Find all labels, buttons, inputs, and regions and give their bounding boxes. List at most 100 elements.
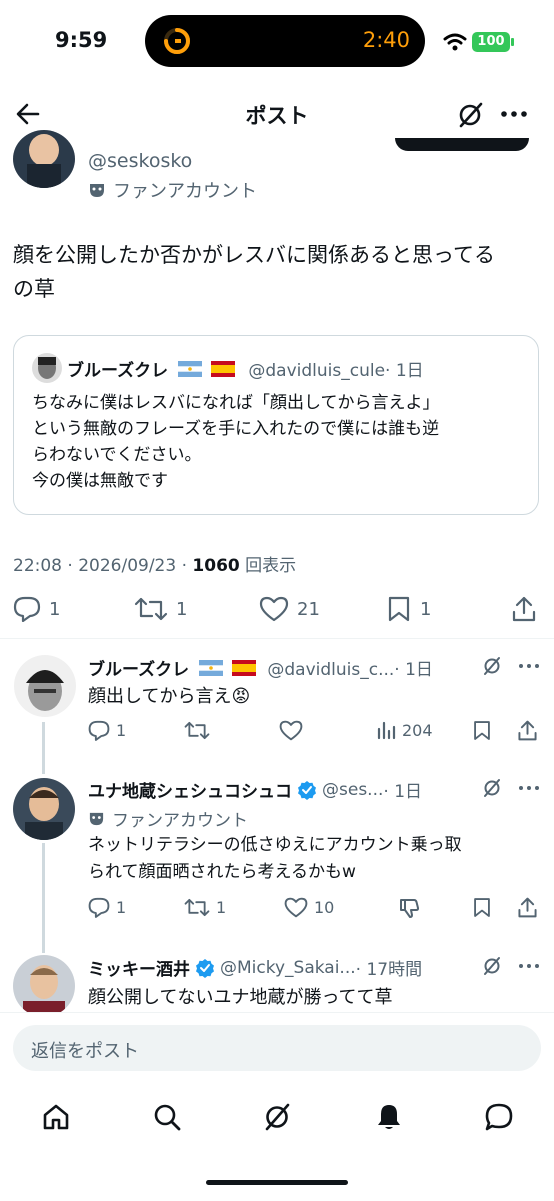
- share-button[interactable]: [511, 596, 537, 622]
- grok-icon: [265, 1103, 290, 1131]
- tab-search[interactable]: [152, 1102, 182, 1132]
- reply1-views-button[interactable]: 204: [376, 720, 433, 740]
- reply3-more-button[interactable]: [518, 962, 540, 970]
- reply3-header: ミッキー酒井 @Micky_Sakai... · 17時間: [88, 955, 423, 981]
- more-dots-icon: [519, 786, 539, 790]
- status-time: 9:59: [55, 28, 108, 52]
- reply2-more-button[interactable]: [518, 784, 540, 792]
- reply2-header: ユナ地蔵シェシュコシュコ @ses... · 1日: [88, 777, 422, 803]
- quote-line: という無敵のフレーズを手に入れたので僕には誰も逆: [32, 419, 440, 439]
- mask-icon: [90, 184, 104, 197]
- reply1-share-button[interactable]: [517, 720, 538, 741]
- reply2-author-name[interactable]: ユナ地蔵シェシュコシュコ: [88, 777, 292, 802]
- reply3-grok-button[interactable]: [482, 956, 502, 976]
- reply2-share-button[interactable]: [517, 897, 538, 918]
- reply1-author-name[interactable]: ブルーズクレ: [88, 660, 189, 680]
- reply3-time: · 17時間: [355, 960, 423, 980]
- reply3-avatar[interactable]: [13, 955, 75, 1017]
- battery-tip: [511, 38, 514, 46]
- repost-icon: [134, 597, 168, 621]
- more-options-button[interactable]: [500, 103, 528, 125]
- quote-author-name: ブルーズクレ: [67, 361, 169, 381]
- reply2-like-button[interactable]: 10: [284, 897, 334, 918]
- author-handle[interactable]: @seskosko: [88, 150, 192, 172]
- argentina-flag-icon: [177, 361, 202, 377]
- bookmark-button[interactable]: 1: [386, 596, 431, 622]
- reply1-bookmark-button[interactable]: [472, 720, 492, 741]
- like-count: 21: [297, 598, 320, 620]
- reply1-views-count: 204: [402, 720, 433, 740]
- tab-notifications[interactable]: [374, 1102, 404, 1132]
- quote-line: 今の僕は無敵です: [32, 471, 168, 491]
- divider: [0, 638, 554, 639]
- reply-input[interactable]: 返信をポスト: [13, 1025, 541, 1071]
- reply1-reply-count: 1: [116, 721, 127, 740]
- share-icon: [512, 596, 536, 622]
- tab-messages[interactable]: [484, 1102, 514, 1132]
- tab-bar: [0, 1090, 554, 1150]
- reply1-repost-button[interactable]: [184, 720, 210, 741]
- thumbs-down-icon: [400, 899, 420, 918]
- grok-icon: [484, 957, 500, 975]
- home-indicator: [206, 1180, 348, 1185]
- grok-button[interactable]: [456, 101, 484, 129]
- heart-icon: [279, 720, 303, 741]
- reply-icon: [88, 720, 110, 741]
- dynamic-island: 2:40: [145, 15, 425, 67]
- reply1-header: ブルーズクレ @davidluis_c...· 1日: [88, 655, 433, 680]
- reply2-grok-button[interactable]: [482, 778, 502, 798]
- repost-count: 1: [176, 598, 188, 620]
- tab-grok[interactable]: [262, 1102, 292, 1132]
- reply2-fan-account-label: ファンアカウント: [112, 811, 248, 831]
- repost-button[interactable]: 1: [134, 596, 187, 622]
- reply2-repost-button[interactable]: 1: [184, 897, 226, 918]
- reply-icon: [88, 897, 110, 918]
- angry-face-emoji: 😡: [231, 686, 251, 707]
- post-body-line: 顔を公開したか否かがレスバに関係あると思ってる: [13, 243, 495, 267]
- author-avatar[interactable]: [13, 130, 75, 188]
- mask-icon: [89, 812, 104, 826]
- quote-line: ちなみに僕はレスバになれば「顔出してから言えよ」: [32, 393, 440, 413]
- quote-time: · 1日: [385, 361, 424, 381]
- quote-line: らわないでください。: [32, 445, 202, 465]
- post-body: 顔を公開したか否かがレスバに関係あると思ってる の草: [13, 238, 495, 306]
- reply1-more-button[interactable]: [518, 662, 540, 670]
- analytics-icon: [377, 721, 396, 740]
- reply3-author-name[interactable]: ミッキー酒井: [88, 955, 190, 980]
- follow-button-edge[interactable]: [395, 138, 529, 151]
- quoted-post[interactable]: ブルーズクレ @davidluis_cule· 1日 ちなみに僕はレスバになれば…: [13, 335, 539, 515]
- wifi-icon: [443, 33, 467, 51]
- thread-line: [42, 722, 45, 774]
- views-count: 1060: [192, 556, 240, 576]
- verified-badge-icon: [195, 958, 215, 978]
- reply2-text-line: られて顔面晒されたら考えるかもw: [88, 862, 356, 882]
- bell-icon: [378, 1105, 400, 1129]
- argentina-flag-icon: [198, 660, 223, 676]
- repost-icon: [184, 721, 210, 740]
- reply2-handle: @ses...: [322, 779, 384, 800]
- reply2-fan-account-badge: ファンアカウント: [88, 806, 248, 831]
- reply1-like-button[interactable]: [279, 720, 303, 741]
- reply1-grok-button[interactable]: [482, 656, 502, 676]
- reply1-reply-button[interactable]: 1: [88, 720, 126, 741]
- search-icon: [154, 1104, 181, 1131]
- like-button[interactable]: 21: [259, 596, 320, 622]
- reply1-avatar[interactable]: [14, 655, 76, 717]
- post-timestamp: 22:08 · 2026/09/23 ·: [13, 556, 187, 576]
- reply1-time: · 1日: [394, 660, 433, 680]
- timer-text: 2:40: [362, 28, 410, 52]
- reply2-avatar[interactable]: [13, 778, 75, 840]
- home-icon: [43, 1104, 69, 1130]
- reply2-repost-count: 1: [216, 898, 227, 917]
- reply2-downvote-button[interactable]: [398, 897, 420, 919]
- reply2-reply-button[interactable]: 1: [88, 897, 126, 918]
- post-meta: 22:08 · 2026/09/23 · 1060 回表示: [13, 551, 296, 576]
- bookmark-icon: [474, 898, 490, 917]
- tab-home[interactable]: [41, 1102, 71, 1132]
- reply-button[interactable]: 1: [13, 596, 60, 622]
- share-icon: [518, 720, 537, 741]
- reply-count: 1: [49, 598, 61, 620]
- quote-avatar: [32, 353, 62, 383]
- heart-icon: [284, 897, 308, 918]
- reply2-bookmark-button[interactable]: [472, 897, 492, 918]
